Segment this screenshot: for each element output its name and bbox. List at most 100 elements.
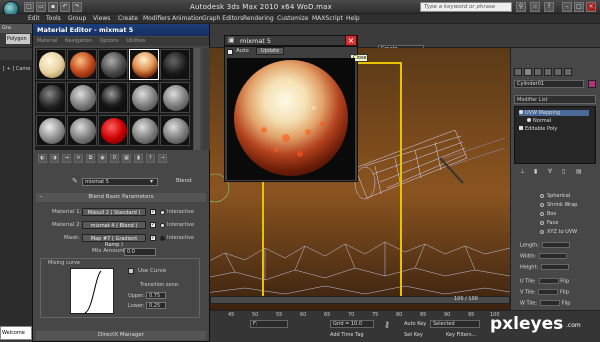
modifier-list-dropdown[interactable]: Modifier List [514,95,596,104]
eyedropper-icon[interactable]: ✎ [72,177,78,186]
sample-slot[interactable] [129,82,159,113]
pin-stack-icon[interactable]: ⊥ [520,168,525,175]
left-viewport[interactable] [0,60,32,328]
blend-basic-parameters-rollout[interactable]: Blend Basic Parameters [36,193,206,202]
menu-modifiers[interactable]: Modifiers [143,15,170,22]
menu-edit[interactable]: Edit [28,15,40,22]
close-app-icon[interactable]: × [586,2,596,12]
width-spinner[interactable]: Width: [520,253,568,260]
utilities-tab-icon[interactable] [564,68,572,76]
modify-tab-icon[interactable] [524,68,532,76]
assign-material-icon[interactable]: ⇥ [62,154,71,163]
help-icon[interactable]: ? [544,2,554,12]
material-name-field[interactable]: mixmat 5 [82,178,158,186]
open-icon[interactable]: ▭ [36,2,46,12]
mix-amount-spinner[interactable]: 0.0 [124,248,156,256]
sample-slot[interactable] [67,82,97,113]
menu-navigation[interactable]: Navigation [65,38,92,44]
minimize-icon[interactable]: – [562,2,572,12]
close-button[interactable]: × [345,35,357,46]
lower-spinner[interactable]: 0.25 [146,302,166,309]
sample-slot[interactable] [36,115,66,146]
sample-slot[interactable] [160,49,190,80]
show-end-result-icon[interactable]: ▮ [534,168,537,175]
key-icon[interactable]: ⚷ [384,320,390,329]
box-radio[interactable] [540,211,544,216]
sample-slot[interactable] [98,82,128,113]
chevron-down-icon[interactable]: ▾ [150,178,153,185]
go-to-parent-icon[interactable]: ↑ [146,154,155,163]
material2-interactive-radio[interactable] [160,223,165,228]
stack-item-uvw-mapping[interactable]: UVW Mapping [519,110,589,116]
sample-slot[interactable] [67,115,97,146]
material-type-button[interactable]: Blend [176,178,192,184]
make-unique-icon[interactable]: ∀ [548,168,552,175]
menu-graph-editors[interactable]: Graph Editors [202,15,243,22]
star-icon[interactable]: ☆ [530,2,540,12]
bulb-icon[interactable] [519,110,523,114]
menu-customize[interactable]: Customize [277,15,309,22]
create-tab-icon[interactable] [514,68,522,76]
shrink-wrap-radio[interactable] [540,202,544,207]
binoculars-icon[interactable]: ⚲ [516,2,526,12]
sample-slot[interactable] [129,115,159,146]
menu-animation[interactable]: Animation [172,15,203,22]
key-filters-button[interactable]: Key Filters... [446,332,476,338]
menu-material[interactable]: Material [37,38,57,44]
menu-tools[interactable]: Tools [46,15,61,22]
mapping-xyz-to-uvw[interactable]: XYZ to UVW [540,229,577,235]
motion-tab-icon[interactable] [544,68,552,76]
material1-interactive-radio[interactable] [160,210,165,215]
mapping-face[interactable]: Face [540,220,558,226]
undo-icon[interactable]: ↶ [60,2,70,12]
ribbon-tab[interactable]: Gra [0,24,32,33]
bulb-icon[interactable] [527,118,531,122]
mapping-shrink-wrap[interactable]: Shrink Wrap [540,202,577,208]
display-tab-icon[interactable] [554,68,562,76]
get-material-icon[interactable]: ◐ [38,154,47,163]
sample-slots-scrollbar[interactable] [194,48,200,150]
set-key-button[interactable]: Set Key [404,332,423,338]
new-icon[interactable]: □ [24,2,34,12]
u-tile-input[interactable] [538,278,559,284]
reset-map-icon[interactable]: ✕ [74,154,83,163]
xyz-to-uvw-radio[interactable] [540,229,544,234]
f-coordinate-field[interactable]: F: [250,320,288,328]
sample-slot[interactable] [98,115,128,146]
make-unique-icon[interactable]: ◉ [98,154,107,163]
menu-help[interactable]: Help [346,15,360,22]
mask-button[interactable]: Map #7 ( Gradient Ramp ) [82,234,146,248]
auto-key-button[interactable]: Auto Key [404,321,426,327]
expand-icon[interactable] [519,126,523,130]
sample-slot-active[interactable] [129,49,159,80]
menu-rendering[interactable]: Rendering [243,15,274,22]
configure-sets-icon[interactable]: ▤ [576,168,582,175]
add-time-tag[interactable]: Add Time Tag [330,332,364,338]
material1-checkbox[interactable]: ✓ [150,209,156,215]
menu-maxscript[interactable]: MAXScript [312,15,343,22]
sample-slot[interactable] [98,49,128,80]
use-curve-checkbox[interactable] [128,268,134,274]
object-name-field[interactable]: Cylinder01 [514,80,584,88]
put-to-scene-icon[interactable]: ◑ [50,154,59,163]
height-spinner[interactable]: Height: [520,264,570,271]
material2-checkbox[interactable]: ✓ [150,222,156,228]
redo-icon[interactable]: ↷ [72,2,82,12]
menu-views[interactable]: Views [93,15,110,22]
height-input[interactable] [541,264,570,270]
length-input[interactable] [541,242,570,248]
show-end-result-icon[interactable]: ▮ [134,154,143,163]
sample-slot[interactable] [36,49,66,80]
go-forward-sibling-icon[interactable]: → [158,154,167,163]
modifier-stack[interactable]: UVW Mapping Normal Editable Poly [514,106,596,164]
material2-button[interactable]: mixmat 4 ( Blend ) [82,221,146,229]
collapse-icon[interactable]: - [40,193,42,200]
material1-button[interactable]: Mdoull 2 ( Standard ) [82,208,146,216]
mask-interactive-radio[interactable] [160,236,165,241]
v-tile-input[interactable] [538,289,559,295]
hierarchy-tab-icon[interactable] [534,68,542,76]
copy-material-icon[interactable]: ⧉ [86,154,95,163]
save-icon[interactable]: ▪ [48,2,58,12]
auto-checkbox[interactable] [227,49,233,55]
directx-manager-rollout[interactable]: DirectX Manager [36,331,206,340]
